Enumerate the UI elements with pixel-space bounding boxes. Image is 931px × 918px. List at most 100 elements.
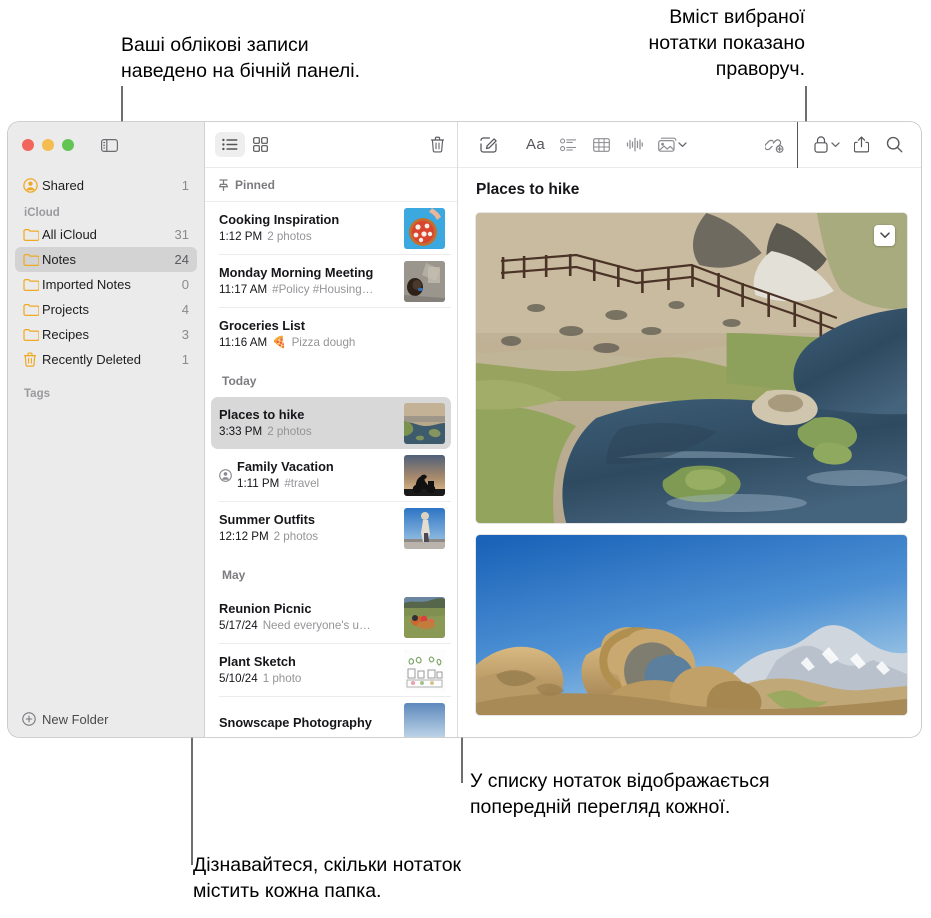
text-format-icon[interactable]: Aa bbox=[519, 131, 552, 159]
note-list-pane: Pinned Cooking Inspiration 1:12 PM 2 pho… bbox=[205, 122, 458, 737]
note-time: 1:12 PM bbox=[219, 229, 262, 245]
note-preview: 2 photos bbox=[267, 424, 311, 440]
note-title: Monday Morning Meeting bbox=[219, 265, 398, 281]
note-preview: #Policy #Housing… bbox=[272, 282, 373, 298]
note-thumbnail bbox=[404, 650, 445, 691]
note-group-label: Pinned bbox=[235, 178, 275, 192]
note-photo-2-container bbox=[458, 523, 921, 715]
note-title: Snowscape Photography bbox=[219, 715, 398, 731]
compose-note-icon[interactable] bbox=[472, 131, 505, 159]
sidebar-item-count: 4 bbox=[182, 302, 189, 317]
note-group-header-pinned: Pinned bbox=[205, 168, 457, 202]
delete-note-button[interactable] bbox=[430, 136, 445, 153]
callout-top-left: Ваші облікові записи наведено на бічній … bbox=[121, 32, 360, 84]
sidebar-item-label: Imported Notes bbox=[42, 277, 182, 292]
sidebar-item-label: Recipes bbox=[42, 327, 182, 342]
folder-icon bbox=[23, 328, 42, 341]
sidebar-item-label: All iCloud bbox=[42, 227, 175, 242]
note-list-item[interactable]: Groceries List 11:16 AM 🍕 Pizza dough bbox=[211, 308, 451, 360]
folder-icon bbox=[23, 228, 42, 241]
mobius-arch-photo[interactable] bbox=[476, 535, 907, 715]
share-icon[interactable] bbox=[845, 131, 878, 159]
note-toolbar: Aa bbox=[458, 122, 921, 168]
search-icon[interactable] bbox=[878, 131, 911, 159]
note-preview: 2 photos bbox=[274, 529, 318, 545]
note-preview-emoji: 🍕 bbox=[272, 335, 286, 351]
note-thumbnail bbox=[404, 403, 445, 444]
callout-top-right: Вміст вибраної нотатки показано праворуч… bbox=[575, 4, 805, 82]
note-list-item[interactable]: Monday Morning Meeting 11:17 AM #Policy … bbox=[211, 255, 451, 307]
sidebar-item-count: 0 bbox=[182, 277, 189, 292]
sidebar-item-recipes[interactable]: Recipes 3 bbox=[15, 322, 197, 347]
note-thumbnail bbox=[404, 208, 445, 249]
notes-app-window: Shared 1 iCloud All iCloud 31 bbox=[8, 122, 921, 737]
note-title: Summer Outfits bbox=[219, 512, 398, 528]
hot-creek-river-photo[interactable] bbox=[476, 213, 907, 523]
zoom-button[interactable] bbox=[62, 139, 74, 151]
sidebar-item-imported-notes[interactable]: Imported Notes 0 bbox=[15, 272, 197, 297]
link-add-icon[interactable] bbox=[758, 131, 791, 159]
sidebar-item-count: 1 bbox=[182, 352, 189, 367]
note-list-item[interactable]: Reunion Picnic 5/17/24 Need everyone's u… bbox=[211, 591, 451, 643]
sidebar-item-count: 24 bbox=[175, 252, 189, 267]
note-time: 11:17 AM bbox=[219, 282, 267, 298]
minimize-button[interactable] bbox=[42, 139, 54, 151]
sidebar-item-label: Projects bbox=[42, 302, 182, 317]
sidebar-section-tags: Tags bbox=[8, 372, 204, 403]
folder-icon bbox=[23, 303, 42, 316]
gallery-view-button[interactable] bbox=[245, 132, 275, 157]
sidebar-item-projects[interactable]: Projects 4 bbox=[15, 297, 197, 322]
note-title: Plant Sketch bbox=[219, 654, 398, 670]
note-group-header-may: May bbox=[205, 554, 457, 591]
note-list-item[interactable]: Cooking Inspiration 1:12 PM 2 photos bbox=[211, 202, 451, 254]
note-list-item-selected[interactable]: Places to hike 3:33 PM 2 photos bbox=[211, 397, 451, 449]
note-thumbnail bbox=[404, 455, 445, 496]
close-button[interactable] bbox=[22, 139, 34, 151]
note-detail-pane: Aa bbox=[458, 122, 921, 737]
note-list-item[interactable]: Family Vacation 1:11 PM #travel bbox=[211, 449, 451, 501]
new-folder-button[interactable]: New Folder bbox=[8, 701, 204, 737]
note-list-item[interactable]: Snowscape Photography bbox=[211, 697, 451, 737]
sidebar-item-all-icloud[interactable]: All iCloud 31 bbox=[15, 222, 197, 247]
text-format-label: Aa bbox=[526, 136, 545, 153]
note-preview: Pizza dough bbox=[292, 335, 356, 351]
note-list-item[interactable]: Summer Outfits 12:12 PM 2 photos bbox=[211, 502, 451, 554]
trash-icon bbox=[23, 352, 42, 367]
note-photo-1-container bbox=[458, 199, 921, 523]
note-preview: #travel bbox=[284, 476, 319, 492]
audio-waveform-icon[interactable] bbox=[618, 131, 651, 159]
sidebar-item-count: 31 bbox=[175, 227, 189, 242]
chevron-down-icon[interactable] bbox=[831, 142, 845, 148]
callout-bottom-left: Дізнавайтеся, скільки нотаток містить ко… bbox=[193, 852, 461, 904]
new-folder-label: New Folder bbox=[42, 712, 108, 727]
note-group-label: May bbox=[222, 568, 245, 582]
note-title: Places to hike bbox=[219, 407, 398, 423]
note-time: 1:11 PM bbox=[237, 476, 279, 492]
checklist-icon[interactable] bbox=[552, 131, 585, 159]
table-icon[interactable] bbox=[585, 131, 618, 159]
chevron-down-icon[interactable] bbox=[678, 142, 692, 148]
note-detail-title: Places to hike bbox=[458, 168, 921, 199]
sidebar-item-count: 3 bbox=[182, 327, 189, 342]
list-view-button[interactable] bbox=[215, 132, 245, 157]
sidebar-list: Shared 1 iCloud All iCloud 31 bbox=[8, 151, 204, 403]
note-preview: Need everyone's u… bbox=[263, 618, 371, 634]
note-time: 5/10/24 bbox=[219, 671, 258, 687]
note-list-item[interactable]: Plant Sketch 5/10/24 1 photo bbox=[211, 644, 451, 696]
sidebar-item-shared[interactable]: Shared 1 bbox=[15, 173, 197, 198]
sidebar-item-notes[interactable]: Notes 24 bbox=[15, 247, 197, 272]
sidebar-toggle-icon[interactable] bbox=[101, 139, 118, 152]
sidebar-item-recently-deleted[interactable]: Recently Deleted 1 bbox=[15, 347, 197, 372]
shared-person-icon bbox=[219, 469, 235, 482]
callout-bottom-right: У списку нотаток відображається попередн… bbox=[470, 768, 770, 820]
shared-person-icon bbox=[23, 178, 42, 193]
photo-options-chevron-down-icon[interactable] bbox=[874, 225, 895, 246]
sidebar-item-label: Shared bbox=[42, 178, 182, 193]
toolbar-divider bbox=[797, 122, 798, 168]
note-title: Family Vacation bbox=[237, 459, 398, 475]
sidebar-item-label: Recently Deleted bbox=[42, 352, 182, 367]
note-title: Reunion Picnic bbox=[219, 601, 398, 617]
note-group-header-today: Today bbox=[205, 360, 457, 397]
plus-circle-icon bbox=[22, 712, 36, 726]
folder-icon bbox=[23, 278, 42, 291]
